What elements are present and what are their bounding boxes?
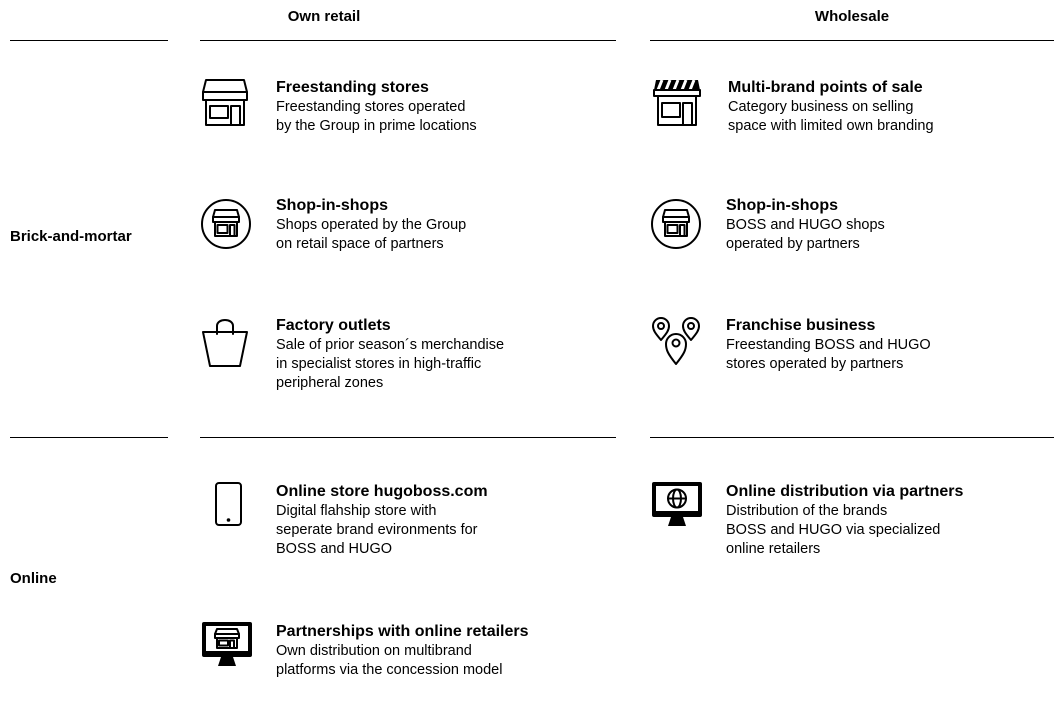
- item-description: Digital flahship store with seperate bra…: [276, 503, 478, 557]
- item-title: Factory outlets: [276, 317, 391, 334]
- item-description: BOSS and HUGO shops operated by partners: [726, 217, 885, 252]
- item-title: Partnerships with online retailers: [276, 623, 529, 640]
- item-description: Distribution of the brands BOSS and HUGO…: [726, 503, 941, 557]
- shopping-bag-icon: [200, 316, 250, 368]
- circled-storefront-icon: [200, 196, 252, 249]
- monitor-storefront-icon: [200, 622, 254, 670]
- row-label-brick-and-mortar: Brick-and-mortar: [10, 228, 132, 245]
- item-title: Franchise business: [726, 317, 876, 334]
- item-title: Online distribution via partners: [726, 483, 964, 500]
- divider: [200, 40, 616, 41]
- storefront-icon: [200, 78, 250, 128]
- item-title: Online store hugoboss.com: [276, 483, 488, 500]
- divider: [200, 437, 616, 438]
- item-title: Freestanding stores: [276, 79, 429, 96]
- column-header-own-retail: Own retail: [287, 8, 361, 25]
- divider: [10, 437, 168, 438]
- item-description: Freestanding stores operated by the Grou…: [276, 99, 477, 134]
- striped-awning-storefront-icon: [652, 78, 702, 128]
- divider: [650, 40, 1054, 41]
- row-label-online: Online: [10, 570, 57, 587]
- circled-storefront-icon: [650, 196, 702, 249]
- item-description: Sale of prior season´s merchandise in sp…: [276, 337, 505, 391]
- item-title: Shop-in-shops: [276, 197, 388, 214]
- monitor-globe-icon: [650, 482, 704, 530]
- item-title: Multi-brand points of sale: [728, 79, 923, 96]
- item-description: Freestanding BOSS and HUGO stores operat…: [726, 337, 931, 372]
- column-header-wholesale: Wholesale: [814, 8, 890, 25]
- smartphone-icon: [200, 482, 250, 528]
- item-description: Own distribution on multibrand platforms…: [276, 643, 503, 678]
- divider: [10, 40, 168, 41]
- item-description: Category business on selling space with …: [728, 99, 934, 134]
- divider: [650, 437, 1054, 438]
- item-description: Shops operated by the Group on retail sp…: [276, 217, 467, 252]
- item-title: Shop-in-shops: [726, 197, 838, 214]
- location-pins-icon: [650, 316, 702, 368]
